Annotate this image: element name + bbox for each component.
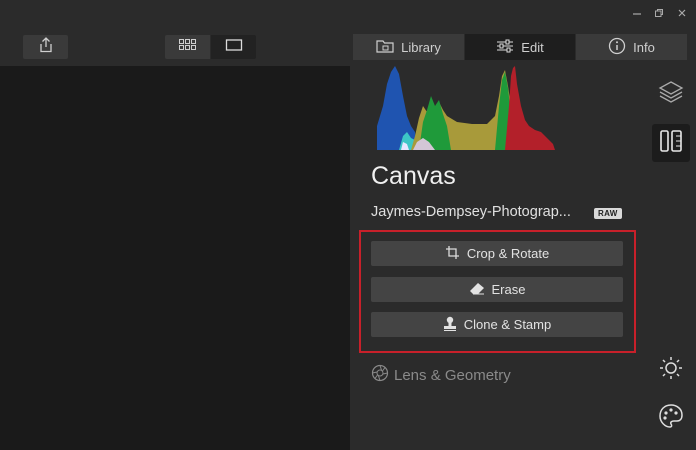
share-icon (38, 36, 54, 58)
share-button[interactable] (23, 35, 68, 59)
light-button[interactable] (652, 351, 690, 389)
panel-title: Canvas (371, 162, 456, 190)
tab-edit-label: Edit (521, 39, 544, 55)
file-name: Jaymes-Dempsey-Photograp... (371, 204, 571, 220)
tab-library[interactable]: Library (353, 34, 464, 60)
right-icon-rail (646, 66, 696, 450)
canvas-tools-icon (658, 128, 684, 159)
restore-icon[interactable] (650, 4, 668, 22)
minimize-icon[interactable] (628, 4, 646, 22)
crop-rotate-button[interactable]: Crop & Rotate (371, 241, 623, 266)
sliders-icon (496, 39, 514, 56)
lens-geometry-section[interactable]: Lens & Geometry (371, 364, 511, 386)
stamp-icon (443, 316, 457, 334)
crop-icon (445, 245, 460, 263)
erase-button[interactable]: Erase (371, 277, 623, 302)
raw-badge: RAW (594, 208, 622, 219)
grid-view-icon (178, 38, 197, 56)
toolbar: Library Edit Info (0, 26, 696, 66)
erase-label: Erase (491, 282, 526, 297)
close-icon[interactable] (673, 4, 691, 22)
light-icon (658, 355, 684, 386)
canvas-tools-button[interactable] (652, 124, 690, 162)
layers-button[interactable] (652, 75, 690, 113)
tab-info-label: Info (633, 39, 655, 55)
title-bar (0, 0, 696, 26)
library-icon (376, 39, 394, 56)
eraser-icon (469, 282, 485, 298)
info-icon (608, 37, 626, 58)
grid-view-button[interactable] (165, 35, 210, 59)
lens-geometry-label: Lens & Geometry (394, 366, 511, 384)
tab-library-label: Library (401, 39, 441, 55)
image-canvas[interactable] (0, 66, 350, 450)
single-view-button[interactable] (211, 35, 256, 59)
histogram (377, 66, 555, 150)
clone-stamp-label: Clone & Stamp (463, 317, 552, 332)
tab-info[interactable]: Info (576, 34, 687, 60)
color-button[interactable] (652, 399, 690, 437)
tab-edit[interactable]: Edit (465, 34, 575, 60)
crop-rotate-label: Crop & Rotate (466, 246, 550, 261)
aperture-icon (371, 364, 389, 386)
layers-icon (658, 79, 684, 110)
clone-stamp-button[interactable]: Clone & Stamp (371, 312, 623, 337)
single-view-icon (225, 38, 243, 56)
color-palette-icon (658, 403, 684, 434)
